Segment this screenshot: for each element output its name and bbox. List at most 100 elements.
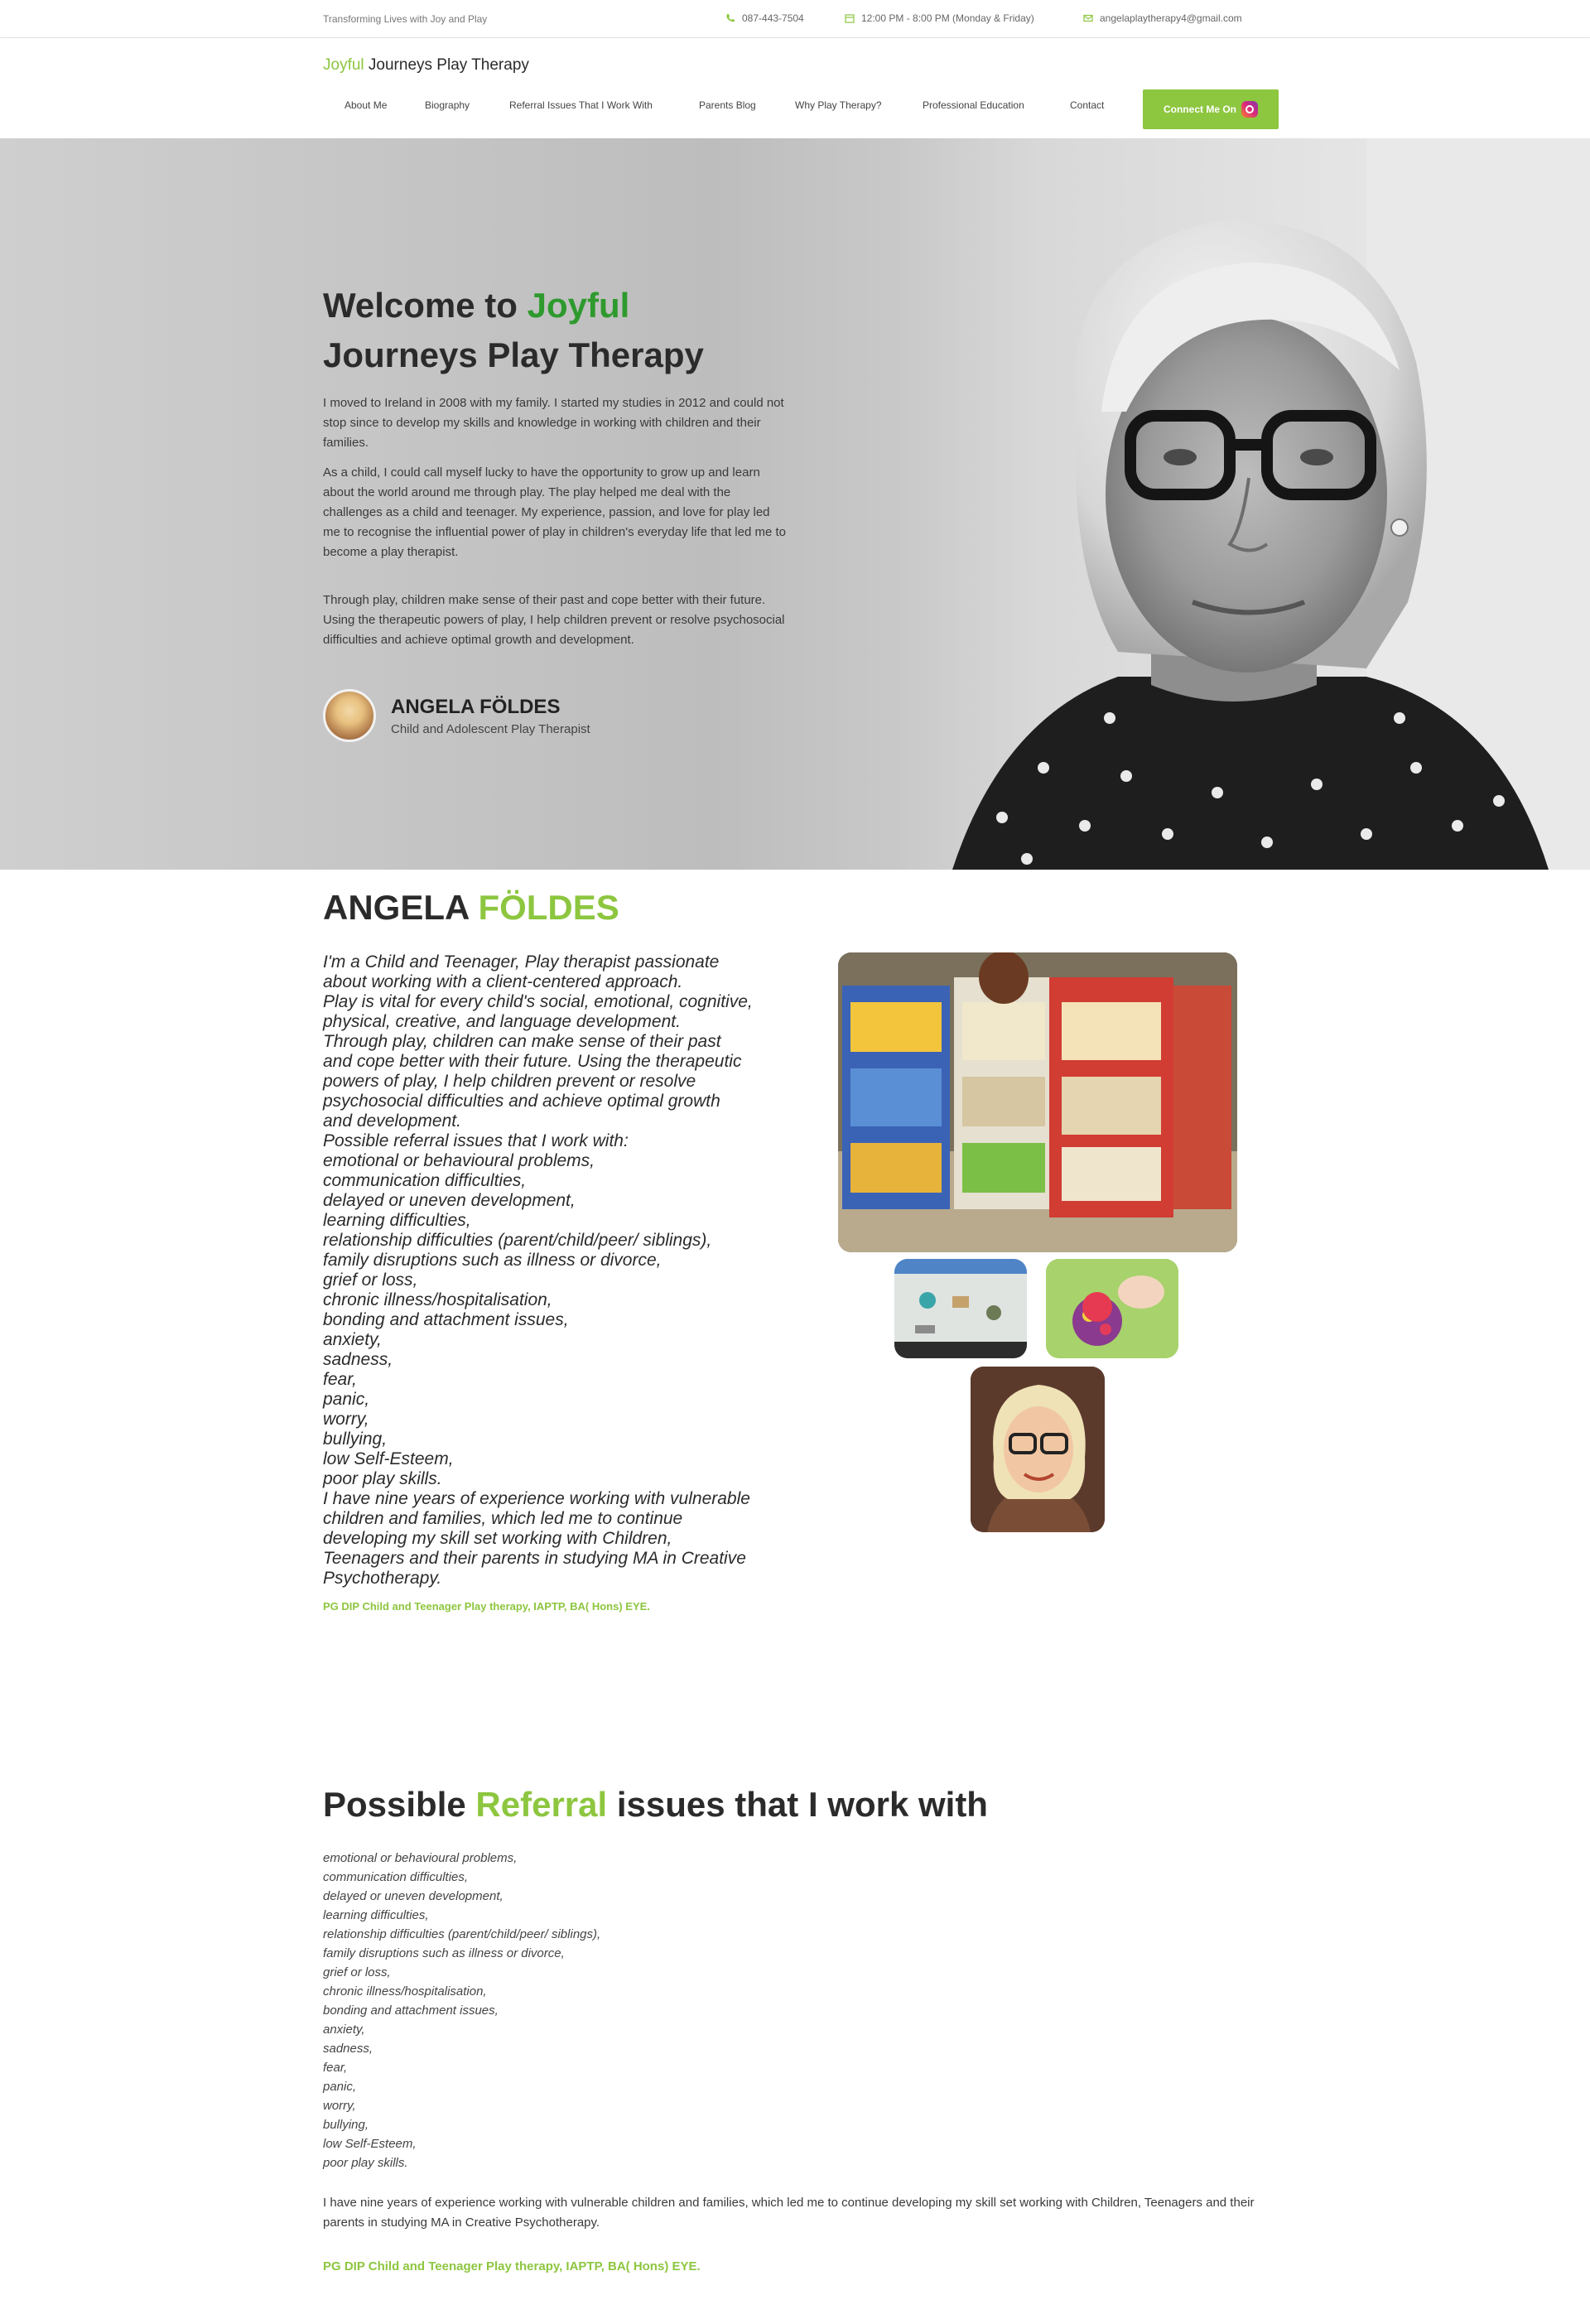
author-role: Child and Adolescent Play Therapist — [391, 721, 590, 736]
hours-info: 12:00 PM - 8:00 PM (Monday & Friday) — [845, 12, 1034, 24]
email-info[interactable]: angelaplaytherapy4@gmail.com — [1083, 12, 1242, 24]
email-address: angelaplaytherapy4@gmail.com — [1100, 12, 1242, 24]
about-line: worry, — [323, 1410, 369, 1429]
hero-title-pre: Welcome to — [323, 286, 518, 325]
about-line: emotional or behavioural problems, — [323, 1151, 595, 1170]
about-line: relationship difficulties (parent/child/… — [323, 1231, 712, 1250]
dollhouse-photo — [838, 952, 1237, 1252]
site-header: Joyful Journeys Play Therapy About Me Bi… — [0, 38, 1590, 138]
list-item: grief or loss, — [323, 1965, 391, 1979]
about-qualification: PG DIP Child and Teenager Play therapy, … — [323, 1600, 650, 1613]
about-line: I have nine years of experience working … — [323, 1489, 750, 1508]
nav-referral-issues[interactable]: Referral Issues That I Work With — [509, 99, 653, 111]
list-item: family disruptions such as illness or di… — [323, 1946, 565, 1960]
hero-paragraph-2: As a child, I could call myself lucky to… — [323, 465, 786, 559]
hero-title-post: Journeys Play Therapy — [323, 335, 704, 374]
list-item: bonding and attachment issues, — [323, 2003, 499, 2018]
about-line: low Self-Esteem, — [323, 1449, 454, 1468]
about-line: poor play skills. — [323, 1469, 442, 1488]
phone-info[interactable]: 087-443-7504 — [725, 12, 804, 24]
about-line: powers of play, I help children prevent … — [323, 1072, 696, 1091]
hero-portrait-photo — [903, 138, 1590, 870]
about-line: panic, — [323, 1390, 370, 1409]
referral-title: Possible Referral issues that I work wit… — [323, 1785, 988, 1825]
about-line: Teenagers and their parents in studying … — [323, 1549, 746, 1568]
nav-professional-education[interactable]: Professional Education — [923, 99, 1024, 111]
playdough-photo — [1046, 1259, 1178, 1358]
about-title-pre: ANGELA — [323, 888, 469, 927]
hero-title: Welcome to Joyful Journeys Play Therapy — [323, 281, 770, 380]
about-line: about working with a client-centered app… — [323, 972, 683, 991]
connect-button-label: Connect Me On — [1163, 104, 1236, 115]
list-item: relationship difficulties (parent/child/… — [323, 1927, 601, 1941]
list-item: panic, — [323, 2080, 357, 2094]
calendar-icon — [845, 14, 855, 23]
mail-icon — [1083, 14, 1093, 22]
about-line: Possible referral issues that I work wit… — [323, 1131, 629, 1150]
about-line: psychosocial difficulties and achieve op… — [323, 1092, 720, 1111]
list-item: communication difficulties, — [323, 1870, 469, 1884]
nav-why-play-therapy[interactable]: Why Play Therapy? — [795, 99, 882, 111]
top-bar: Transforming Lives with Joy and Play 087… — [0, 0, 1590, 38]
about-line: grief or loss, — [323, 1270, 418, 1290]
logo-accent: Joyful — [323, 56, 364, 74]
about-line: and cope better with their future. Using… — [323, 1052, 742, 1071]
connect-button[interactable]: Connect Me On — [1143, 89, 1279, 129]
phone-number: 087-443-7504 — [742, 12, 804, 24]
nav-parents-blog[interactable]: Parents Blog — [699, 99, 756, 111]
about-line: anxiety, — [323, 1330, 382, 1349]
referral-title-pre: Possible — [323, 1785, 466, 1824]
sand-tray-photo — [894, 1259, 1027, 1358]
logo-text: Journeys Play Therapy — [368, 56, 529, 74]
author-card: ANGELA FÖLDES Child and Adolescent Play … — [323, 689, 590, 742]
about-line: children and families, which led me to c… — [323, 1509, 683, 1528]
therapist-portrait-photo — [971, 1367, 1105, 1532]
list-item: sadness, — [323, 2042, 373, 2056]
nav-about-me[interactable]: About Me — [344, 99, 387, 111]
list-item: anxiety, — [323, 2023, 365, 2037]
instagram-icon — [1241, 101, 1258, 118]
about-line: family disruptions such as illness or di… — [323, 1251, 662, 1270]
tagline: Transforming Lives with Joy and Play — [323, 13, 488, 25]
about-line: developing my skill set working with Chi… — [323, 1529, 672, 1548]
list-item: worry, — [323, 2099, 356, 2113]
nav-biography[interactable]: Biography — [425, 99, 470, 111]
site-logo[interactable]: Joyful Journeys Play Therapy — [323, 56, 529, 75]
hero-section: Welcome to Joyful Journeys Play Therapy … — [0, 138, 1590, 870]
about-text: I'm a Child and Teenager, Play therapist… — [323, 952, 803, 1589]
referral-title-post: issues that I work with — [616, 1785, 988, 1824]
list-item: delayed or uneven development, — [323, 1889, 504, 1903]
list-item: learning difficulties, — [323, 1908, 429, 1922]
hero-paragraph-1: I moved to Ireland in 2008 with my famil… — [323, 396, 784, 450]
about-line: Psychotherapy. — [323, 1569, 442, 1588]
list-item: fear, — [323, 2061, 348, 2075]
about-line: and development. — [323, 1111, 461, 1131]
hero-title-accent: Joyful — [527, 286, 630, 325]
phone-icon — [726, 14, 735, 22]
about-line: Through play, children can make sense of… — [323, 1032, 721, 1051]
about-line: delayed or uneven development, — [323, 1191, 576, 1210]
list-item: chronic illness/hospitalisation, — [323, 1984, 487, 1999]
referral-title-accent: Referral — [475, 1785, 608, 1824]
about-line: physical, creative, and language develop… — [323, 1012, 681, 1031]
list-item: emotional or behavioural problems, — [323, 1851, 518, 1865]
about-line: sadness, — [323, 1350, 393, 1369]
about-line: Play is vital for every child's social, … — [323, 992, 753, 1011]
list-item: low Self-Esteem, — [323, 2137, 417, 2151]
about-line: I'm a Child and Teenager, Play therapist… — [323, 952, 720, 972]
referral-list: emotional or behavioural problems, commun… — [323, 1849, 600, 2172]
referral-qualification: PG DIP Child and Teenager Play therapy, … — [323, 2259, 701, 2273]
about-title: ANGELA FÖLDES — [323, 888, 619, 928]
hero-paragraph-3: Through play, children make sense of the… — [323, 593, 785, 647]
nav-contact[interactable]: Contact — [1070, 99, 1104, 111]
about-line: bonding and attachment issues, — [323, 1310, 569, 1329]
list-item: bullying, — [323, 2118, 369, 2132]
about-line: chronic illness/hospitalisation, — [323, 1290, 552, 1309]
list-item: poor play skills. — [323, 2156, 408, 2170]
author-name: ANGELA FÖLDES — [391, 695, 561, 718]
about-line: communication difficulties, — [323, 1171, 527, 1190]
avatar — [323, 689, 376, 742]
referral-experience: I have nine years of experience working … — [323, 2196, 1255, 2230]
about-line: bullying, — [323, 1430, 388, 1449]
hours-text: 12:00 PM - 8:00 PM (Monday & Friday) — [861, 12, 1034, 24]
